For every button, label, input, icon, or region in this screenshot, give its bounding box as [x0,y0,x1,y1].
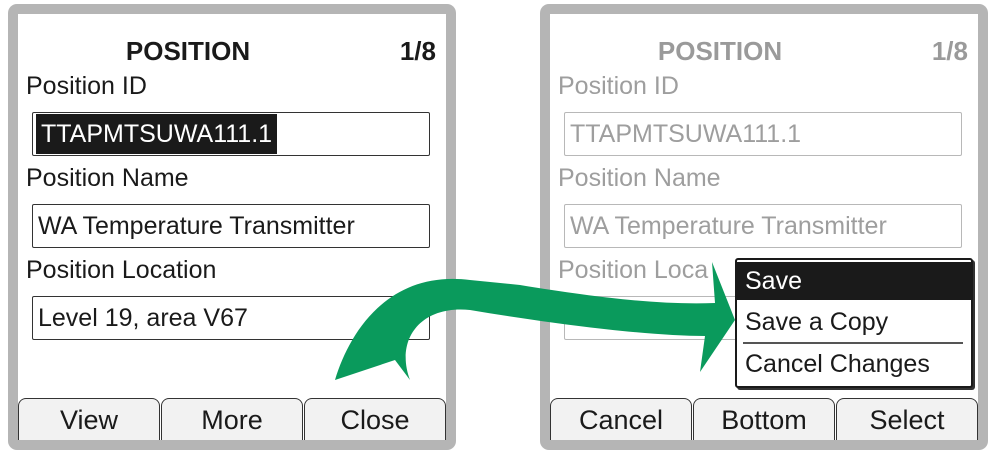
menu-divider [743,342,963,344]
save-options-menu: Save Save a Copy Cancel Changes [735,258,973,388]
save-menu-item[interactable]: Save [737,262,971,300]
cancel-changes-menu-item[interactable]: Cancel Changes [737,345,971,383]
save-a-copy-menu-item[interactable]: Save a Copy [737,303,971,341]
